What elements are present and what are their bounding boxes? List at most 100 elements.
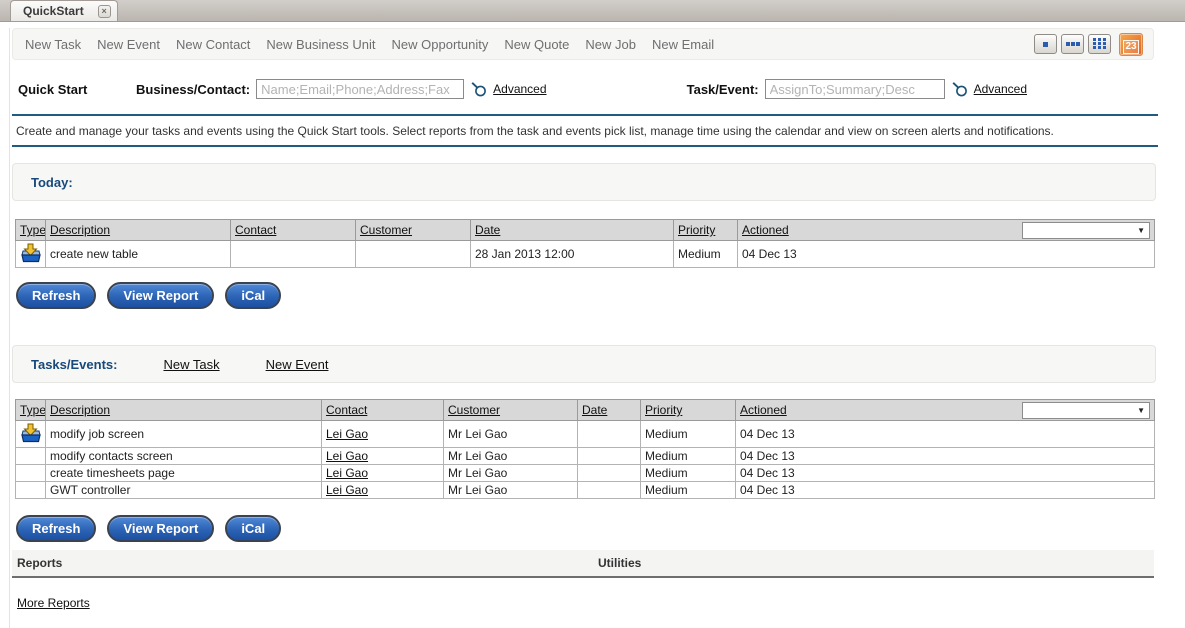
business-contact-search: Quick Start Business/Contact: Advanced [12,79,547,99]
utilities-heading: Utilities [598,556,641,570]
new-business-unit-link[interactable]: New Business Unit [266,37,375,52]
table-row[interactable]: modify job screen Lei Gao Mr Lei Gao Med… [16,421,1155,448]
ical-button[interactable]: iCal [225,515,281,542]
col-contact[interactable]: Contact [322,400,444,421]
col-type[interactable]: Type [16,220,46,241]
new-event-link[interactable]: New Event [266,357,329,372]
tab-quickstart[interactable]: QuickStart × [10,0,118,21]
quick-start-search-row: Quick Start Business/Contact: Advanced T… [12,76,1159,102]
contact-cell: Lei Gao [322,421,444,448]
col-description[interactable]: Description [46,220,231,241]
customer-cell: Mr Lei Gao [444,421,578,448]
task-type-icon [20,423,42,443]
search-icon[interactable] [951,81,968,98]
contact-link[interactable]: Lei Gao [326,483,368,497]
view-report-button[interactable]: View Report [107,282,214,309]
refresh-button[interactable]: Refresh [16,515,96,542]
type-cell [16,465,46,482]
priority-cell: Medium [674,241,738,268]
table-row[interactable]: create new table 28 Jan 2013 12:00 Mediu… [16,241,1155,268]
filter-column: ▼ [1020,220,1155,241]
week-view-button[interactable] [1061,34,1084,54]
date-cell [578,465,641,482]
chevron-down-icon: ▼ [1137,406,1145,415]
new-quote-link[interactable]: New Quote [504,37,569,52]
toolbar-links: New Task New Event New Contact New Busin… [25,37,714,52]
new-task-link[interactable]: New Task [25,37,81,52]
view-report-button[interactable]: View Report [107,515,214,542]
new-opportunity-link[interactable]: New Opportunity [392,37,489,52]
description-cell: GWT controller [46,482,322,499]
description-cell: modify contacts screen [46,448,322,465]
ical-button[interactable]: iCal [225,282,281,309]
task-advanced-link[interactable]: Advanced [974,82,1027,96]
actioned-cell: 04 Dec 13 [738,241,1155,268]
col-description[interactable]: Description [46,400,322,421]
day-view-icon [1043,42,1048,47]
divider [12,114,1158,116]
col-customer[interactable]: Customer [356,220,471,241]
filter-column: ▼ [1020,400,1155,421]
customer-cell: Mr Lei Gao [444,482,578,499]
contact-link[interactable]: Lei Gao [326,449,368,463]
col-actioned[interactable]: Actioned [736,400,1020,421]
table-header-row: Type Description Contact Customer Date P… [16,220,1155,241]
tasks-events-heading: Tasks/Events: [31,357,117,372]
today-section-header: Today: [12,163,1156,201]
actioned-cell: 04 Dec 13 [736,421,1155,448]
page-content: New Task New Event New Contact New Busin… [9,28,1159,628]
col-date[interactable]: Date [578,400,641,421]
table-row[interactable]: modify contacts screen Lei Gao Mr Lei Ga… [16,448,1155,465]
report-filter-select[interactable]: ▼ [1022,222,1150,239]
actioned-cell: 04 Dec 13 [736,448,1155,465]
task-type-icon [20,243,42,263]
business-contact-input[interactable] [256,79,464,99]
report-filter-select[interactable]: ▼ [1022,402,1150,419]
description-cell: create new table [46,241,231,268]
contact-cell: Lei Gao [322,448,444,465]
type-cell [16,482,46,499]
col-priority[interactable]: Priority [674,220,738,241]
table-row[interactable]: GWT controller Lei Gao Mr Lei Gao Medium… [16,482,1155,499]
month-view-icon [1093,38,1107,50]
task-event-input[interactable] [765,79,945,99]
col-actioned[interactable]: Actioned [738,220,1020,241]
business-advanced-link[interactable]: Advanced [493,82,546,96]
priority-cell: Medium [641,421,736,448]
description-cell: create timesheets page [46,465,322,482]
new-task-link[interactable]: New Task [163,357,219,372]
contact-cell: Lei Gao [322,482,444,499]
col-priority[interactable]: Priority [641,400,736,421]
col-contact[interactable]: Contact [231,220,356,241]
tab-bar: QuickStart × [0,0,1185,22]
tab-close-icon[interactable]: × [98,5,111,18]
new-job-link[interactable]: New Job [585,37,636,52]
table-row[interactable]: create timesheets page Lei Gao Mr Lei Ga… [16,465,1155,482]
new-contact-link[interactable]: New Contact [176,37,250,52]
task-event-label: Task/Event: [687,82,759,97]
tab-title: QuickStart [23,4,84,18]
business-contact-label: Business/Contact: [136,82,250,97]
new-event-link[interactable]: New Event [97,37,160,52]
contact-link[interactable]: Lei Gao [326,427,368,441]
new-email-link[interactable]: New Email [652,37,714,52]
month-view-button[interactable] [1088,34,1111,54]
search-icon[interactable] [470,81,487,98]
today-heading: Today: [31,175,73,190]
actioned-cell: 04 Dec 13 [736,465,1155,482]
calendar-button[interactable]: 23 [1119,33,1143,56]
tasks-events-table: Type Description Contact Customer Date P… [15,399,1155,499]
col-customer[interactable]: Customer [444,400,578,421]
contact-link[interactable]: Lei Gao [326,466,368,480]
col-date[interactable]: Date [471,220,674,241]
more-reports-link[interactable]: More Reports [17,596,90,610]
refresh-button[interactable]: Refresh [16,282,96,309]
calendar-day-icon: 23 [1123,40,1139,54]
tasks-events-buttons: Refresh View Report iCal [16,515,1159,542]
toolbar: New Task New Event New Contact New Busin… [12,28,1154,60]
col-type[interactable]: Type [16,400,46,421]
date-cell [578,448,641,465]
description-cell: modify job screen [46,421,322,448]
day-view-button[interactable] [1034,34,1057,54]
divider [12,145,1158,147]
